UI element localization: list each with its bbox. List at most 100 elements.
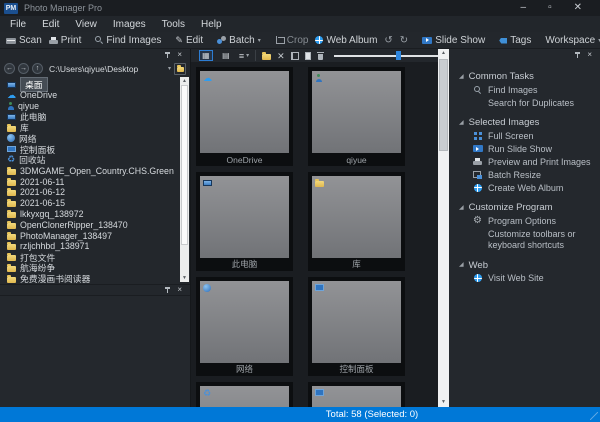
task-find-images[interactable]: Find Images xyxy=(459,85,592,97)
address-bar: ← → ↑ C:\Users\qiyue\Desktop ▾ xyxy=(0,60,190,77)
close-panel-icon[interactable]: × xyxy=(177,51,182,59)
menu-view[interactable]: View xyxy=(75,19,97,30)
tree-item-folder[interactable]: 免费漫画书阅读器 xyxy=(7,273,178,284)
batch-button[interactable]: Batch▾ xyxy=(217,35,261,46)
tree-item-folder[interactable]: 2021-06-11 xyxy=(7,176,178,187)
thumbnail-item-user[interactable]: qiyue xyxy=(308,67,405,166)
task-visit-web-site[interactable]: Visit Web Site xyxy=(459,273,592,285)
slider-thumb[interactable] xyxy=(396,51,401,60)
scroll-up-icon[interactable]: ▲ xyxy=(180,77,189,85)
menu-edit[interactable]: Edit xyxy=(42,19,59,30)
crop-button[interactable]: Crop xyxy=(275,35,309,46)
thumbnail-image xyxy=(200,386,289,407)
sort-button[interactable]: ≡▾ xyxy=(239,51,249,61)
window-title: Photo Manager Pro xyxy=(24,3,102,13)
edit-button[interactable]: ✎Edit xyxy=(175,35,203,46)
tree-item-recycle-bin[interactable]: ♻回收站 xyxy=(7,155,178,166)
new-folder-button[interactable] xyxy=(262,54,271,60)
task-batch-resize[interactable]: Batch Resize xyxy=(459,170,592,182)
minimize-button[interactable]: – xyxy=(521,3,527,13)
up-button[interactable]: ↑ xyxy=(32,63,43,74)
task-program-options[interactable]: ⚙Program Options xyxy=(459,216,592,228)
menu-file[interactable]: File xyxy=(10,19,26,30)
tags-button[interactable]: Tags xyxy=(499,35,531,46)
paste-button[interactable] xyxy=(305,52,311,60)
copy-button[interactable] xyxy=(291,52,299,60)
slide-show-button[interactable]: Slide Show xyxy=(422,35,485,46)
section-header[interactable]: ◢Common Tasks xyxy=(459,70,592,83)
path-field[interactable]: C:\Users\qiyue\Desktop xyxy=(46,64,165,74)
scan-button[interactable]: Scan xyxy=(6,35,42,46)
section-header[interactable]: ◢Selected Images xyxy=(459,116,592,129)
rotate-right-button[interactable]: ↻ xyxy=(400,36,408,45)
thumbnail-scrollbar[interactable]: ▲ ▼ xyxy=(438,49,449,407)
tree-item-desktop[interactable]: 桌面 xyxy=(7,79,178,90)
thumbnail-item-network[interactable]: 网络 xyxy=(196,277,293,376)
thumbnail-label: 控制面板 xyxy=(308,363,405,375)
resize-grip[interactable] xyxy=(590,412,598,420)
thumbnail-item-control-panel[interactable]: 控制面板 xyxy=(308,277,405,376)
section-header[interactable]: ◢Web xyxy=(459,259,592,272)
task-customize-toolbars[interactable]: Customize toolbars or keyboard shortcuts xyxy=(459,229,592,252)
close-button[interactable]: ✕ xyxy=(574,3,582,13)
pin-icon[interactable] xyxy=(164,286,171,294)
thumbnail-item-this-pc[interactable]: 此电脑 xyxy=(196,172,293,271)
forward-button[interactable]: → xyxy=(18,63,29,74)
web-album-button[interactable]: Web Album xyxy=(315,35,377,46)
pin-icon[interactable] xyxy=(574,51,581,59)
task-run-slide-show[interactable]: Run Slide Show xyxy=(459,144,592,156)
thumbnail-image xyxy=(200,176,289,258)
thumbnail-item-libraries[interactable]: 库 xyxy=(308,172,405,271)
pin-icon[interactable] xyxy=(164,51,171,59)
folders-panel-header: × xyxy=(0,49,190,60)
tree-item-folder[interactable]: 2021-06-12 xyxy=(7,187,178,198)
task-create-web-album[interactable]: Create Web Album xyxy=(459,183,592,195)
tree-item-folder[interactable]: 3DMGAME_Open_Country.CHS.Green xyxy=(7,165,178,176)
scrollbar-thumb[interactable] xyxy=(181,85,188,245)
back-button[interactable]: ← xyxy=(4,63,15,74)
scroll-down-icon[interactable]: ▼ xyxy=(180,274,189,282)
thumbnail-label: 库 xyxy=(308,258,405,270)
scroll-down-icon[interactable]: ▼ xyxy=(438,398,449,407)
thumbnail-item[interactable]: ♻ xyxy=(196,382,293,407)
menu-tools[interactable]: Tools xyxy=(162,19,185,30)
collapse-triangle-icon: ◢ xyxy=(459,74,464,80)
scroll-up-icon[interactable]: ▲ xyxy=(438,49,449,58)
view-details-button[interactable]: ▤ xyxy=(219,50,233,61)
rotate-left-button[interactable]: ↺ xyxy=(384,36,392,45)
rotate-left-icon: ↺ xyxy=(384,36,392,45)
preview-panel-empty xyxy=(0,295,190,407)
find-images-button[interactable]: Find Images xyxy=(95,35,161,46)
crop-icon xyxy=(276,36,284,44)
tree-item-folder[interactable]: OpenClonerRipper_138470 xyxy=(7,219,178,230)
task-full-screen[interactable]: Full Screen xyxy=(459,131,592,143)
zoom-slider[interactable] xyxy=(334,51,438,60)
browse-folder-button[interactable] xyxy=(174,63,186,75)
collapse-triangle-icon: ◢ xyxy=(459,120,464,126)
maximize-button[interactable]: ▫ xyxy=(548,3,552,13)
task-preview-print[interactable]: Preview and Print Images xyxy=(459,157,592,169)
tree-item-folder[interactable]: 2021-06-15 xyxy=(7,198,178,209)
menu-help[interactable]: Help xyxy=(201,19,222,30)
close-panel-icon[interactable]: × xyxy=(177,286,182,294)
task-search-duplicates[interactable]: Search for Duplicates xyxy=(459,98,592,110)
tree-scrollbar[interactable]: ▲ ▼ xyxy=(180,77,189,282)
section-header[interactable]: ◢Customize Program xyxy=(459,201,592,214)
section-common-tasks: ◢Common Tasks Find Images Search for Dup… xyxy=(459,70,592,109)
thumbnail-item-onedrive[interactable]: ☁OneDrive xyxy=(196,67,293,166)
tree-item-this-pc[interactable]: 此电脑 xyxy=(7,111,178,122)
menu-images[interactable]: Images xyxy=(113,19,146,30)
path-dropdown-icon[interactable]: ▾ xyxy=(168,65,171,72)
scrollbar-thumb[interactable] xyxy=(439,59,448,151)
delete-button[interactable]: ✕ xyxy=(277,52,285,60)
close-panel-icon[interactable]: × xyxy=(587,51,592,59)
tree-item-folder[interactable]: PhotoManager_138497 xyxy=(7,230,178,241)
recycle-bin-icon: ♻ xyxy=(203,389,211,398)
thumbnail-item[interactable] xyxy=(308,382,405,407)
workspace-button[interactable]: Workspace▾ xyxy=(545,35,600,46)
view-thumbnails-button[interactable]: ▦ xyxy=(199,50,213,61)
tree-item-onedrive[interactable]: ☁OneDrive xyxy=(7,90,178,101)
print-button[interactable]: Print xyxy=(49,35,82,46)
tree-item-folder[interactable]: lkkyxgq_138972 xyxy=(7,209,178,220)
trash-button[interactable] xyxy=(317,52,324,60)
